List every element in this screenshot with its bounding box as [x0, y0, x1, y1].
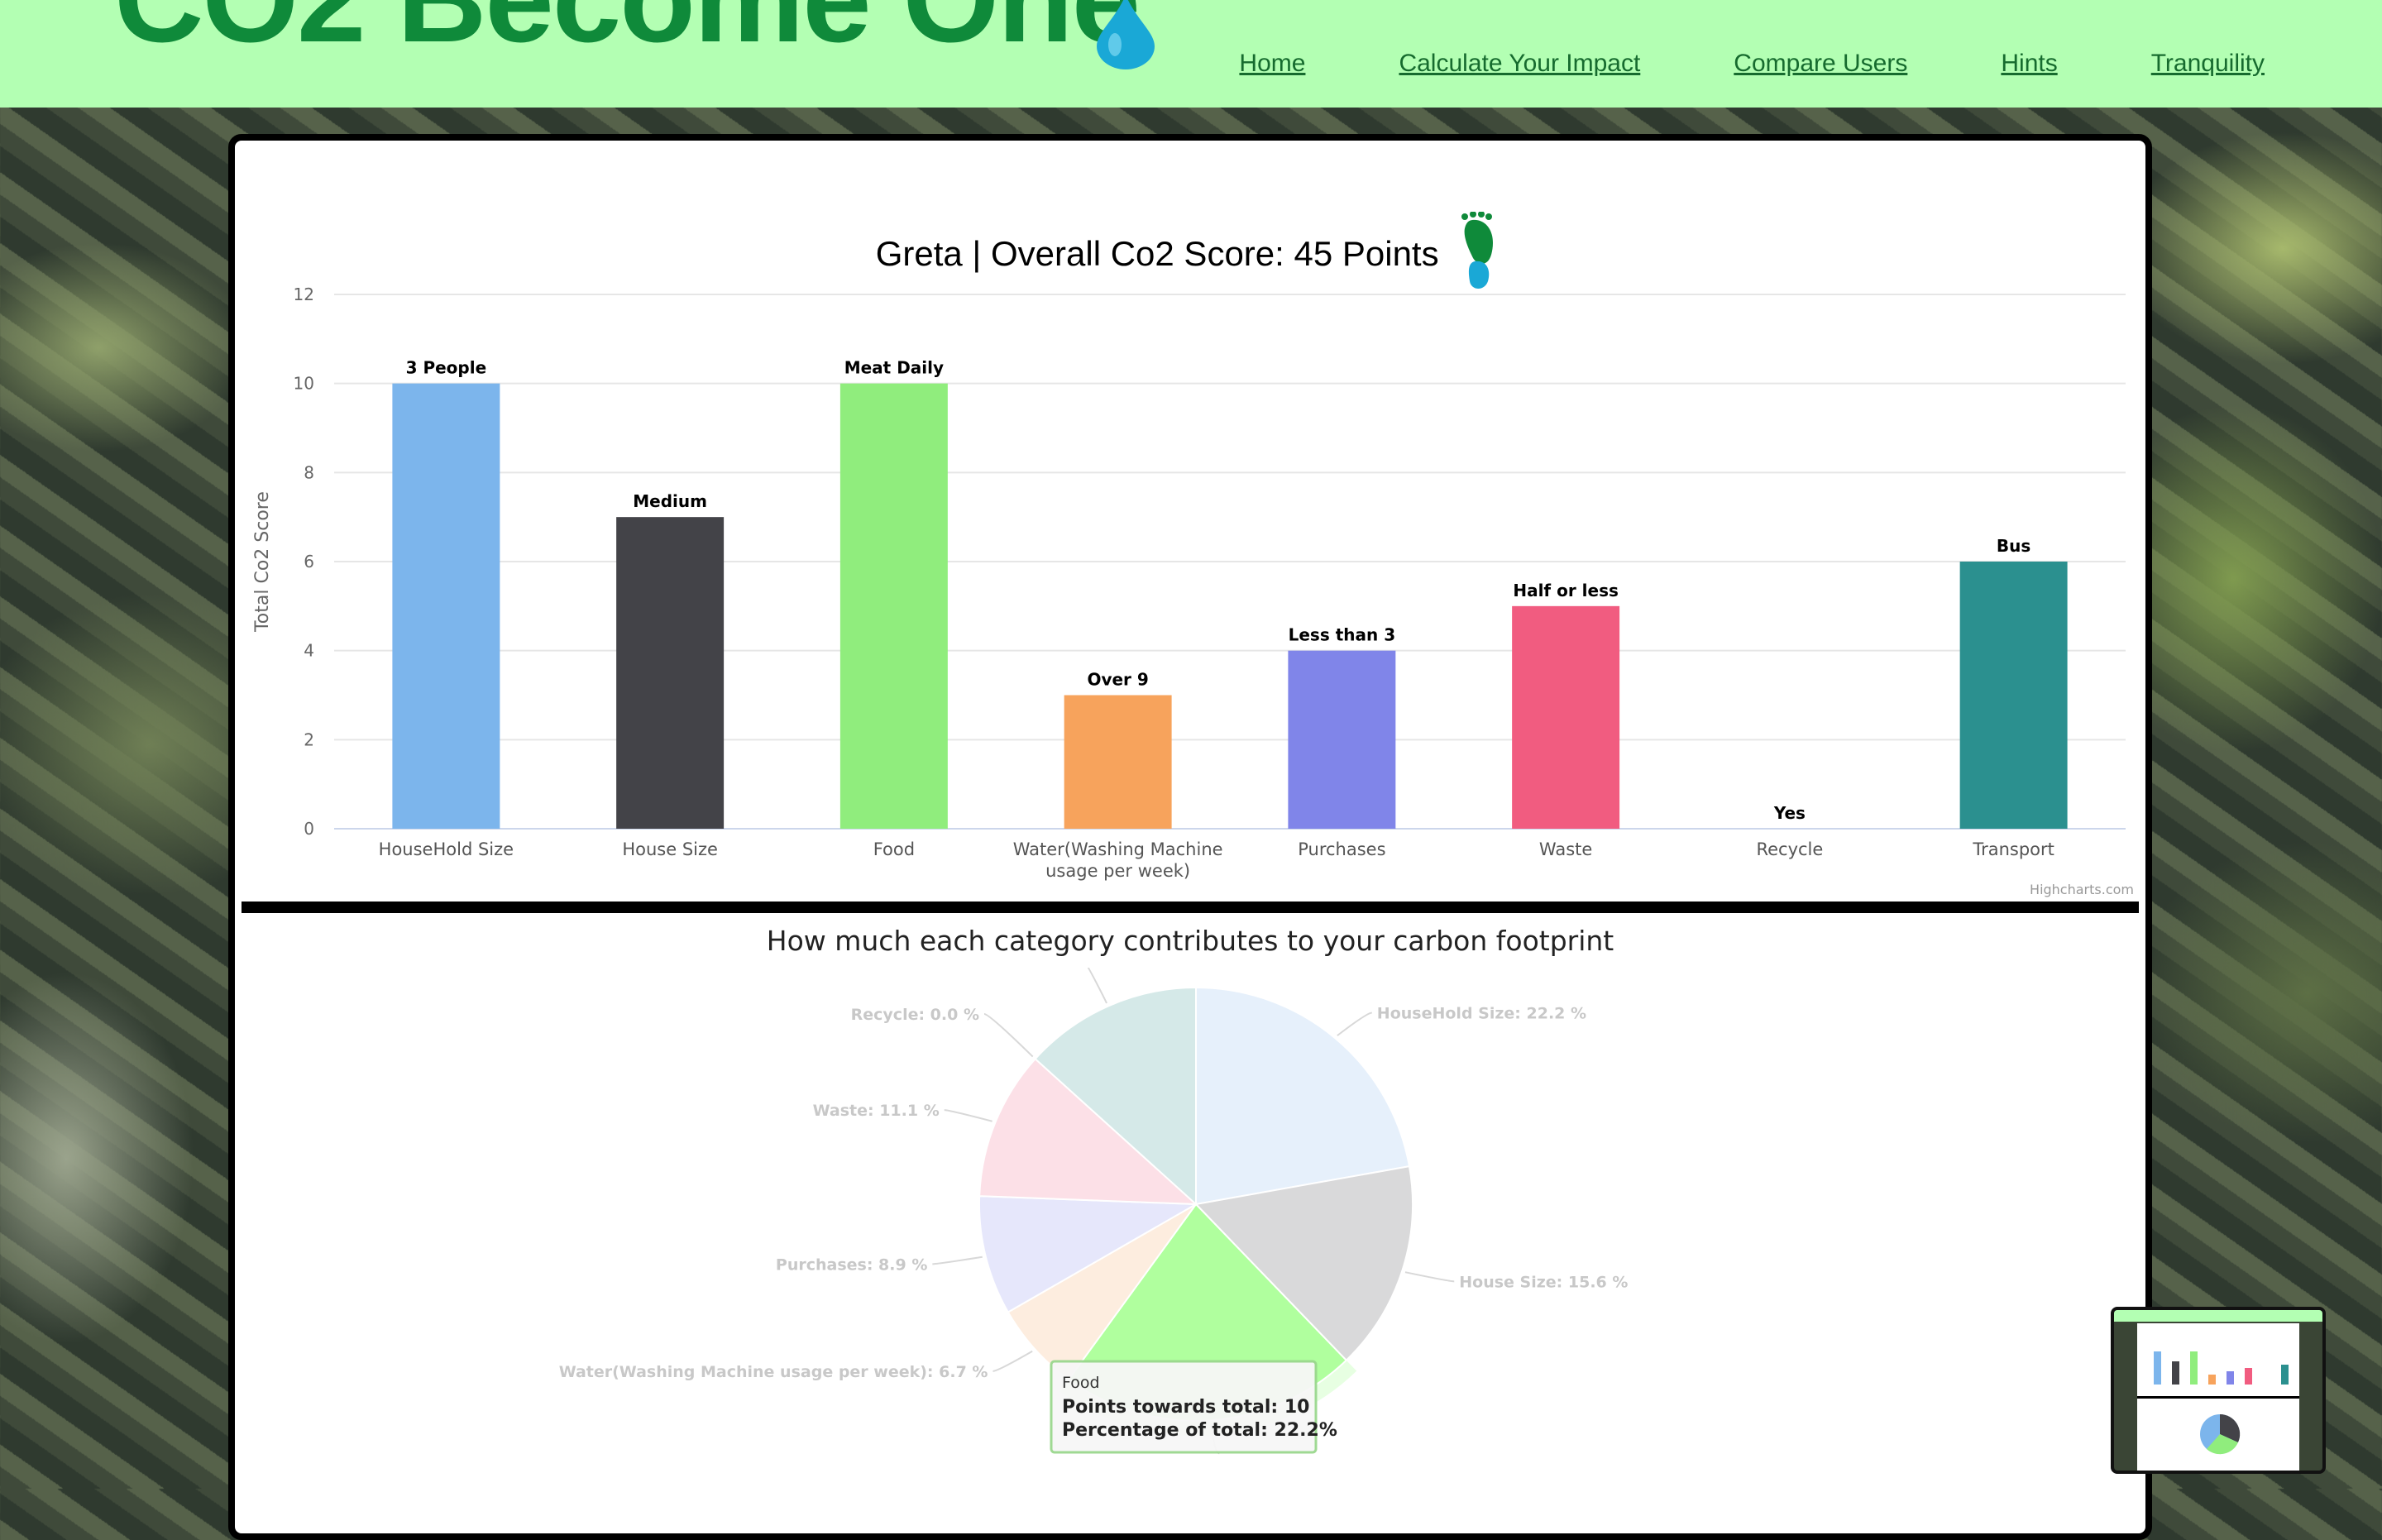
x-tick-label: Water(Washing Machine: [1013, 839, 1223, 859]
bar-data-label: Bus: [1997, 536, 2030, 556]
bar: [1959, 562, 2068, 829]
x-tick-label: Recycle: [1756, 839, 1823, 859]
x-tick-label: usage per week): [1045, 861, 1190, 881]
pie-chart-title: How much each category contributes to yo…: [766, 925, 1614, 957]
y-tick-label: 2: [304, 729, 314, 749]
bar: [1064, 695, 1172, 829]
chart-credits-link[interactable]: Highcharts.com: [2030, 882, 2134, 897]
x-tick-label: Purchases: [1298, 839, 1385, 859]
y-tick-label: 4: [304, 641, 314, 661]
x-tick-label: Food: [873, 839, 915, 859]
x-tick-label: HouseHold Size: [379, 839, 514, 859]
bar: [392, 383, 500, 830]
tooltip-line-percentage: Percentage of total: 22.2%: [1062, 1420, 1337, 1441]
bar-data-label: Medium: [633, 491, 707, 511]
pie-chart: HouseHold Size: 22.2 % House Size: 15.6 %…: [559, 968, 1628, 1455]
pie-connector: [932, 1255, 983, 1265]
y-tick-label: 0: [304, 819, 314, 839]
x-tick-label: Transport: [1972, 839, 2054, 859]
pie-connector: [1087, 968, 1107, 1004]
chart-divider: [242, 902, 2139, 913]
pie-connector: [1337, 1012, 1373, 1036]
nav-link-home[interactable]: Home: [1239, 50, 1305, 78]
y-tick-label: 10: [294, 374, 314, 394]
pie-data-label: Waste: 11.1 %: [813, 1102, 940, 1120]
x-tick-label: Waste: [1539, 839, 1592, 859]
nav-link-hints[interactable]: Hints: [2001, 50, 2057, 78]
nav-link-calculate-impact[interactable]: Calculate Your Impact: [1399, 50, 1640, 78]
pie-data-label: HouseHold Size: 22.2 %: [1377, 1005, 1586, 1023]
thumbnail-preview-image: [2114, 1310, 2322, 1471]
y-tick-label: 12: [294, 285, 314, 304]
results-panel: Greta | Overall Co2 Score: 45 Points 024…: [228, 134, 2152, 1540]
pie-data-label: Recycle: 0.0 %: [851, 1006, 979, 1024]
bar: [839, 383, 948, 830]
y-tick-label: 8: [304, 462, 314, 482]
tooltip-header: Food: [1062, 1374, 1100, 1392]
pie-data-label: Purchases: 8.9 %: [776, 1255, 927, 1274]
pie-connector: [944, 1109, 992, 1122]
pie-data-label: Water(Washing Machine usage per week): 6…: [559, 1363, 988, 1381]
pie-data-label: House Size: 15.6 %: [1459, 1273, 1628, 1291]
tooltip-line-points: Points towards total: 10: [1062, 1397, 1309, 1418]
bar: [1512, 605, 1620, 829]
site-logo-text[interactable]: CO2 Become One: [114, 0, 1141, 70]
screenshot-thumbnail[interactable]: [2111, 1307, 2326, 1474]
bar-data-label: Over 9: [1087, 670, 1148, 690]
bar: [616, 517, 725, 829]
pie-connector: [992, 1350, 1033, 1372]
bar: [1288, 650, 1396, 829]
bar-data-label: Meat Daily: [844, 358, 944, 378]
nav-link-tranquility[interactable]: Tranquility: [2151, 50, 2265, 78]
y-tick-label: 6: [304, 552, 314, 572]
bar-data-label: Less than 3: [1289, 625, 1396, 645]
bar-data-label: Half or less: [1513, 581, 1619, 600]
pie-tooltip: Food Points towards total: 10Percentage o…: [1050, 1360, 1337, 1454]
y-axis-title: Total Co2 Score: [252, 491, 273, 633]
bar-data-label: 3 People: [406, 358, 487, 378]
bar-data-label: Yes: [1773, 803, 1806, 823]
pie-connector: [1404, 1271, 1455, 1283]
x-tick-label: House Size: [622, 839, 718, 859]
nav-link-compare-users[interactable]: Compare Users: [1734, 50, 1907, 78]
main-nav: Home Calculate Your Impact Compare Users…: [1146, 50, 2265, 78]
pie-connector: [983, 1013, 1034, 1058]
site-header: CO2 Become One Home Calculate Your Impac…: [0, 0, 2382, 108]
bar-chart: 0 2 4 6 8 10 12 Total Co2 Score 3 People HouseHol…: [252, 285, 2126, 881]
